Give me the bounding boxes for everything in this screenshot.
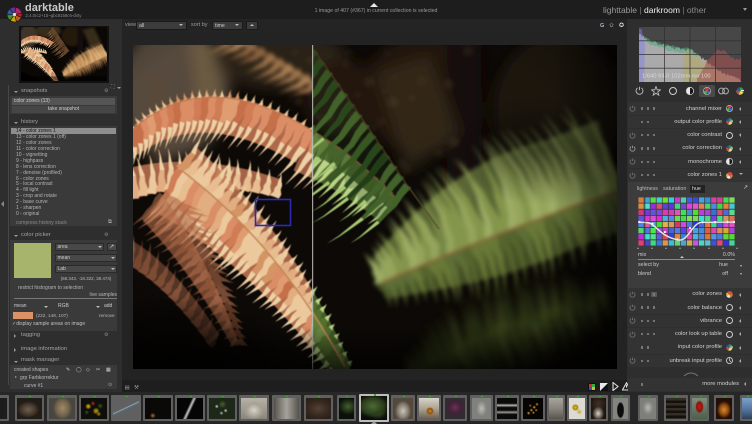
svg-text:1/640 f/4.0 102mm iso 100: 1/640 f/4.0 102mm iso 100 bbox=[642, 74, 711, 80]
